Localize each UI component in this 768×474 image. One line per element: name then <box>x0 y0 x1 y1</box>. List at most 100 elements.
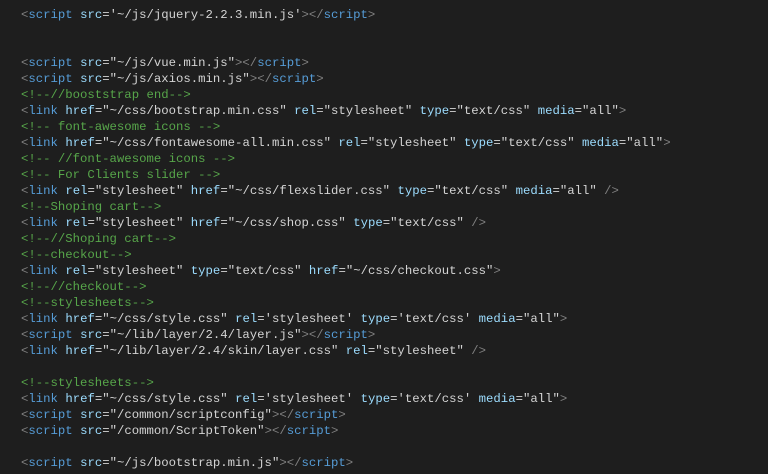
code-attribute-value: "~/lib/layer/2.4/layer.js" <box>109 328 302 342</box>
code-comment: <!--stylesheets--> <box>21 296 154 310</box>
code-tag-name: script <box>286 424 331 438</box>
code-attribute: src <box>80 424 103 438</box>
code-delimiter: ></ <box>279 456 302 470</box>
code-line[interactable]: <!--Shoping cart--> <box>21 199 671 215</box>
code-attribute-value: "~/js/vue.min.js" <box>109 56 236 70</box>
code-line[interactable] <box>21 439 671 455</box>
code-tag-name: script <box>323 8 368 22</box>
code-text: = <box>220 264 228 278</box>
code-attribute: media <box>478 392 516 406</box>
code-line[interactable]: <link rel="stylesheet" href="~/css/shop.… <box>21 215 671 231</box>
code-text: = <box>493 136 501 150</box>
code-tag-name: link <box>28 104 58 118</box>
code-line[interactable]: <!--//checkout--> <box>21 279 671 295</box>
code-attribute-value: "~/css/bootstrap.min.css" <box>102 104 287 118</box>
code-line[interactable]: <!-- //font-awesome icons --> <box>21 151 671 167</box>
code-attribute-value: "text/css" <box>227 264 302 278</box>
code-comment: <!-- For Clients slider --> <box>21 168 221 182</box>
code-attribute-value: "~/css/flexslider.css" <box>227 184 391 198</box>
code-tag-name: script <box>28 456 73 470</box>
code-attribute-value: "~/js/bootstrap.min.js" <box>109 456 280 470</box>
code-comment: <!--//Shoping cart--> <box>21 232 176 246</box>
code-attribute: type <box>360 392 391 406</box>
code-line[interactable]: <link href="~/lib/layer/2.4/skin/layer.c… <box>21 343 671 359</box>
code-attribute-value: 'stylesheet' <box>264 312 354 326</box>
code-text: = <box>220 216 228 230</box>
code-line[interactable]: <!--//booststrap end--> <box>21 87 671 103</box>
code-attribute: type <box>419 104 450 118</box>
code-attribute: rel <box>235 392 258 406</box>
code-text: = <box>574 104 582 118</box>
code-line[interactable]: <link href="~/css/style.css" rel='styles… <box>21 391 671 407</box>
code-attribute: href <box>308 264 339 278</box>
code-line[interactable]: <script src="~/js/vue.min.js"></script> <box>21 55 671 71</box>
code-line[interactable] <box>21 359 671 375</box>
code-line[interactable]: <script src="~/js/axios.min.js"></script… <box>21 71 671 87</box>
code-text: = <box>257 312 265 326</box>
code-text: = <box>102 424 110 438</box>
code-text: = <box>257 392 265 406</box>
code-delimiter: ></ <box>235 56 258 70</box>
code-attribute: rel <box>65 216 88 230</box>
code-line[interactable]: <script src="/common/scriptconfig"></scr… <box>21 407 671 423</box>
code-editor[interactable]: <script src='~/js/jquery-2.2.3.min.js'><… <box>0 0 768 474</box>
code-attribute: rel <box>345 344 368 358</box>
code-line[interactable]: <!--stylesheets--> <box>21 295 671 311</box>
code-line[interactable]: <script src='~/js/jquery-2.2.3.min.js'><… <box>21 7 671 23</box>
code-line[interactable]: <!-- For Clients slider --> <box>21 167 671 183</box>
code-delimiter: > <box>316 72 324 86</box>
code-attribute: href <box>65 344 95 358</box>
code-line[interactable] <box>21 39 671 55</box>
code-line[interactable]: <!--//Shoping cart--> <box>21 231 671 247</box>
code-attribute: rel <box>65 264 88 278</box>
code-text: = <box>382 216 391 230</box>
code-line[interactable]: <script src="~/js/bootstrap.min.js"></sc… <box>21 455 671 471</box>
code-tag-name: script <box>28 72 73 86</box>
code-attribute-value: "stylesheet" <box>375 344 464 358</box>
code-line[interactable]: <script src="~/lib/layer/2.4/layer.js"><… <box>21 327 671 343</box>
code-line[interactable]: <link rel="stylesheet" href="~/css/flexs… <box>21 183 671 199</box>
code-line[interactable]: <link href="~/css/bootstrap.min.css" rel… <box>21 103 671 119</box>
code-attribute: type <box>463 136 494 150</box>
code-text: = <box>87 264 95 278</box>
code-attribute: rel <box>338 136 361 150</box>
code-delimiter: /> <box>604 184 619 198</box>
code-delimiter: > <box>559 312 568 326</box>
code-line[interactable]: <link href="~/css/style.css" rel='styles… <box>21 311 671 327</box>
code-tag-name: script <box>28 328 73 342</box>
code-line[interactable]: <script src="/common/ScriptToken"></scri… <box>21 423 671 439</box>
code-attribute: type <box>360 312 391 326</box>
code-tag-name: script <box>323 328 368 342</box>
code-area[interactable]: <script src='~/js/jquery-2.2.3.min.js'><… <box>21 7 671 471</box>
code-attribute-value: "~/css/style.css" <box>102 312 228 326</box>
code-line[interactable]: <link rel="stylesheet" type="text/css" h… <box>21 263 671 279</box>
code-attribute: type <box>397 184 427 198</box>
code-text: = <box>316 104 324 118</box>
code-attribute-value: "all" <box>522 312 560 326</box>
code-attribute-value: "/common/scriptconfig" <box>109 408 272 422</box>
code-attribute: media <box>515 184 553 198</box>
code-attribute-value: 'text/css' <box>397 312 472 326</box>
code-text: = <box>220 184 228 198</box>
code-text: = <box>360 136 368 150</box>
code-line[interactable]: <!-- font-awesome icons --> <box>21 119 671 135</box>
code-line[interactable] <box>21 23 671 39</box>
vertical-scrollbar[interactable] <box>760 0 768 474</box>
code-line[interactable]: <link href="~/css/fontawesome-all.min.cs… <box>21 135 671 151</box>
code-line[interactable]: <!--stylesheets--> <box>21 375 671 391</box>
code-attribute: src <box>80 56 103 70</box>
code-tag-name: script <box>271 72 317 86</box>
code-line[interactable]: <!--checkout--> <box>21 247 671 263</box>
code-attribute: type <box>353 216 383 230</box>
code-text: = <box>102 56 110 70</box>
code-delimiter: > <box>345 456 354 470</box>
code-attribute-value: "~/js/axios.min.js" <box>109 72 250 86</box>
